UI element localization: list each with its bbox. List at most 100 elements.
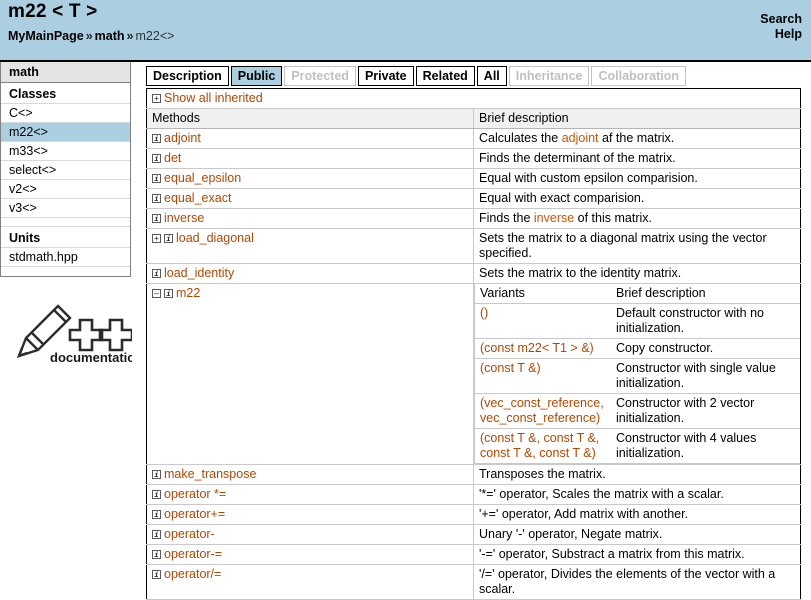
method-link[interactable]: equal_exact bbox=[164, 191, 231, 205]
sidebar-items: Classes C<> m22<> m33<> select<> v2<> v3<> Unit… bbox=[1, 83, 130, 276]
variant-row: (const m22< T1 > &) Copy constructor. bbox=[474, 338, 800, 359]
info-icon[interactable]: i bbox=[152, 530, 161, 539]
info-icon[interactable]: i bbox=[152, 214, 161, 223]
method-name-cell: i operator *= bbox=[146, 484, 474, 505]
info-icon[interactable]: i bbox=[152, 570, 161, 579]
sidebar-item-select[interactable]: select<> bbox=[1, 161, 130, 180]
sidebar-item-m22[interactable]: m22<> bbox=[1, 123, 130, 142]
expand-icon[interactable]: + bbox=[152, 234, 161, 243]
breadcrumb: MyMainPage» math» m22<> bbox=[8, 29, 174, 43]
collapse-icon[interactable]: – bbox=[152, 289, 161, 298]
logo-text: documentation bbox=[50, 350, 132, 365]
variant-signature[interactable]: (const m22< T1 > &) bbox=[474, 338, 611, 359]
tab-related[interactable]: Related bbox=[415, 66, 475, 86]
method-description-cell: '+=' operator, Add matrix with another. bbox=[473, 504, 801, 525]
sidebar-item-v3[interactable]: v3<> bbox=[1, 199, 130, 218]
expand-icon[interactable]: + bbox=[152, 94, 161, 103]
method-link[interactable]: make_transpose bbox=[164, 467, 256, 481]
method-name-cell: + i load_diagonal bbox=[146, 228, 474, 264]
sidebar-spacer bbox=[1, 218, 130, 227]
method-description-cell: Calculates the adjoint af the matrix. bbox=[473, 128, 801, 149]
variant-description: Copy constructor. bbox=[611, 338, 800, 359]
method-link[interactable]: inverse bbox=[164, 211, 204, 225]
method-link[interactable]: det bbox=[164, 151, 181, 165]
documentation-logo: documentation bbox=[14, 299, 143, 365]
description-link[interactable]: adjoint bbox=[562, 131, 599, 145]
method-link[interactable]: load_diagonal bbox=[176, 231, 254, 245]
breadcrumb-item-math[interactable]: math bbox=[95, 29, 125, 43]
info-icon[interactable]: i bbox=[152, 134, 161, 143]
tab-private[interactable]: Private bbox=[357, 66, 414, 86]
info-icon[interactable]: i bbox=[152, 470, 161, 479]
constructor-name-cell: – i m22 bbox=[146, 283, 474, 465]
info-icon[interactable]: i bbox=[152, 510, 161, 519]
info-icon[interactable]: i bbox=[152, 154, 161, 163]
info-icon[interactable]: i bbox=[152, 194, 161, 203]
members-table: + Show all inherited Methods Brief descript… bbox=[146, 88, 801, 600]
description-text: Transposes the matrix. bbox=[479, 467, 606, 481]
method-description-cell: Finds the inverse of this matrix. bbox=[473, 208, 801, 229]
method-description-cell: '*=' operator, Scales the matrix with a … bbox=[473, 484, 801, 505]
variant-signature[interactable]: () bbox=[474, 303, 611, 339]
sidebar-tail bbox=[1, 267, 130, 276]
sidebar-item-c[interactable]: C<> bbox=[1, 104, 130, 123]
tab-description[interactable]: Description bbox=[146, 66, 229, 86]
variant-row: (vec_const_reference, vec_const_referenc… bbox=[474, 393, 800, 429]
help-link[interactable]: Help bbox=[760, 27, 802, 42]
variant-row: () Default constructor with no initializa… bbox=[474, 303, 800, 339]
table-row: i operator-= '-=' operator, Substract a ma… bbox=[146, 544, 801, 565]
method-description-cell: Sets the matrix to the identity matrix. bbox=[473, 263, 801, 284]
table-row: i operator/= '/=' operator, Divides the el… bbox=[146, 564, 801, 600]
method-link[interactable]: operator- bbox=[164, 527, 215, 541]
method-name-cell: i adjoint bbox=[146, 128, 474, 149]
description-text: Unary '-' operator, Negate matrix. bbox=[479, 527, 663, 541]
variants-header-row: Variants Brief description bbox=[474, 284, 800, 304]
info-icon[interactable]: i bbox=[152, 490, 161, 499]
description-text: Equal with custom epsilon comparision. bbox=[479, 171, 698, 185]
info-icon[interactable]: i bbox=[152, 174, 161, 183]
info-icon[interactable]: i bbox=[152, 269, 161, 278]
variant-signature[interactable]: (const T &) bbox=[474, 358, 611, 394]
description-text-tail: of this matrix. bbox=[574, 211, 652, 225]
method-link[interactable]: equal_epsilon bbox=[164, 171, 241, 185]
method-name-cell: i inverse bbox=[146, 208, 474, 229]
description-link[interactable]: inverse bbox=[534, 211, 574, 225]
show-all-inherited-link[interactable]: Show all inherited bbox=[164, 91, 263, 105]
method-name-cell: i equal_epsilon bbox=[146, 168, 474, 189]
table-row: i make_transpose Transposes the matrix. bbox=[146, 464, 801, 485]
sidebar-item-v2[interactable]: v2<> bbox=[1, 180, 130, 199]
method-link[interactable]: operator *= bbox=[164, 487, 226, 501]
method-name-cell: i equal_exact bbox=[146, 188, 474, 209]
tab-public[interactable]: Public bbox=[230, 66, 283, 86]
breadcrumb-separator: » bbox=[85, 29, 93, 43]
variant-description: Default constructor with no initializati… bbox=[611, 303, 800, 339]
table-row: + i load_diagonal Sets the matrix to a diag… bbox=[146, 228, 801, 264]
method-link[interactable]: load_identity bbox=[164, 266, 234, 280]
variant-description: Constructor with 4 values initialization… bbox=[611, 428, 800, 464]
page-title: m22 < T > bbox=[8, 1, 98, 22]
info-icon[interactable]: i bbox=[164, 289, 173, 298]
info-icon[interactable]: i bbox=[164, 234, 173, 243]
sidebar-item-m33[interactable]: m33<> bbox=[1, 142, 130, 161]
method-link[interactable]: operator/= bbox=[164, 567, 221, 581]
description-text: '/=' operator, Divides the elements of t… bbox=[479, 567, 776, 596]
method-link[interactable]: adjoint bbox=[164, 131, 201, 145]
header-links: Search Help bbox=[760, 12, 802, 42]
method-link[interactable]: operator+= bbox=[164, 507, 225, 521]
tab-all[interactable]: All bbox=[476, 66, 507, 86]
constructor-link[interactable]: m22 bbox=[176, 286, 200, 300]
info-icon[interactable]: i bbox=[152, 550, 161, 559]
method-description-cell: Sets the matrix to a diagonal matrix usi… bbox=[473, 228, 801, 264]
variant-signature[interactable]: (const T &, const T &, const T &, const … bbox=[474, 428, 611, 464]
breadcrumb-item-root[interactable]: MyMainPage bbox=[8, 29, 84, 43]
sidebar-section-classes: Classes bbox=[1, 83, 130, 104]
description-text-tail: af the matrix. bbox=[598, 131, 675, 145]
sidebar-item-stdmathhpp[interactable]: stdmath.hpp bbox=[1, 248, 130, 267]
tab-protected: Protected bbox=[284, 66, 356, 86]
method-description-cell: Equal with custom epsilon comparision. bbox=[473, 168, 801, 189]
method-link[interactable]: operator-= bbox=[164, 547, 222, 561]
table-row: i adjoint Calculates the adjoint af the ma… bbox=[146, 128, 801, 149]
search-link[interactable]: Search bbox=[760, 12, 802, 27]
method-name-cell: i operator- bbox=[146, 524, 474, 545]
variant-signature[interactable]: (vec_const_reference, vec_const_referenc… bbox=[474, 393, 611, 429]
